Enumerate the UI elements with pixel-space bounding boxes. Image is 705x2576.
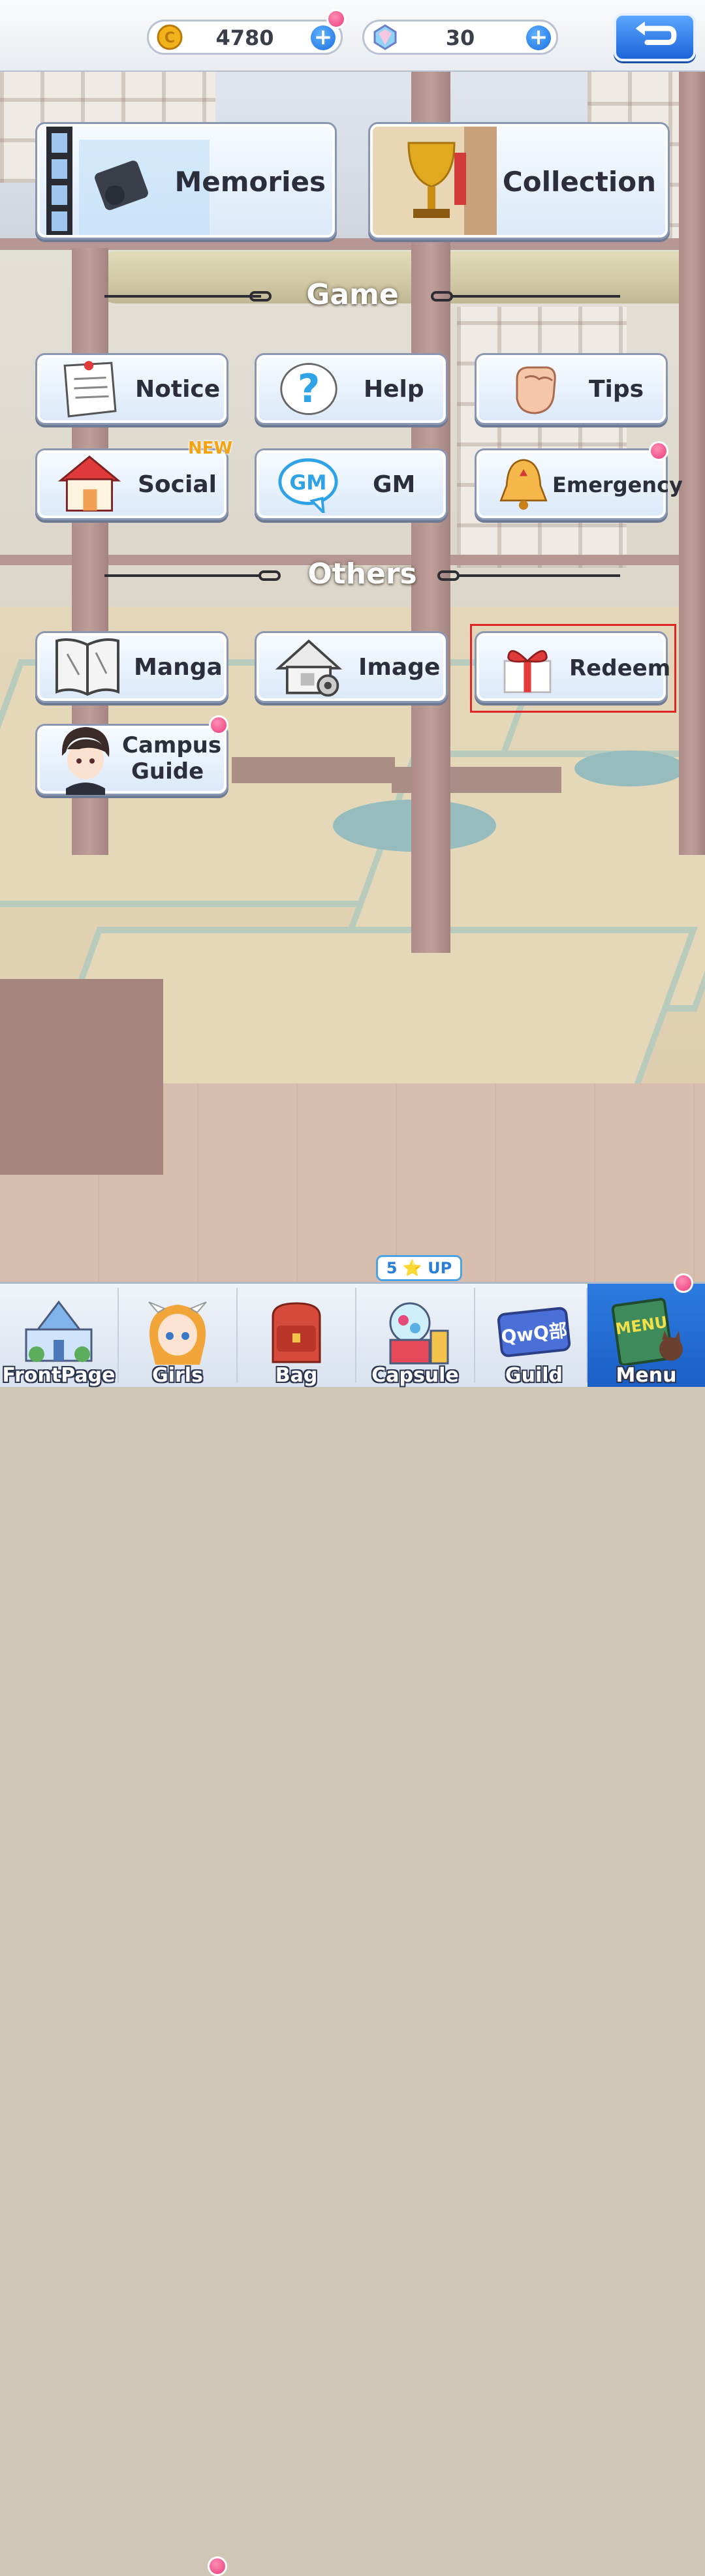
nav-menu-label: Menu [616,1364,677,1387]
redeem-selection-highlight [470,624,676,713]
nav-guild-label: Guild [505,1364,563,1387]
menu-notification-dot [674,1273,693,1293]
capsule-5star-badge: 5 ⭐ UP [376,1255,462,1281]
image-label: Image [358,654,441,681]
help-label: Help [364,376,424,403]
others-divider-right [457,574,620,577]
notice-paper-icon [63,361,117,418]
nav-bag[interactable]: Bag [238,1284,355,1387]
notice-button[interactable]: Notice [37,355,227,423]
menu-book-icon: MENU [611,1297,683,1365]
nav-guild[interactable]: QwQ部 Guild [475,1284,593,1387]
house-gear-icon [275,639,343,697]
collection-label: Collection [502,166,656,198]
game-knot-right [431,291,453,302]
new-badge: NEW [188,439,233,458]
back-button[interactable] [614,13,696,61]
others-knot-right [437,570,460,581]
emergency-label: Emergency [552,473,683,497]
student-avatar-icon [61,727,110,795]
tips-label: Tips [589,376,644,403]
add-coins-button[interactable]: + [311,25,336,50]
game-divider-right [450,295,620,298]
guild-sign-icon: QwQ部 [497,1307,571,1358]
gm-bubble-icon: GM [278,458,338,513]
notice-label: Notice [135,376,221,403]
open-book-icon [55,638,119,696]
manga-button[interactable]: Manga [37,633,227,701]
coin-icon: C [157,24,183,50]
coin-notification-dot [326,9,346,29]
nav-capsule-label: Capsule [371,1364,459,1387]
gm-button[interactable]: GM GM [257,450,446,518]
school-bag-icon [272,1302,321,1363]
add-gems-button[interactable]: + [526,25,551,50]
gem-counter: 30 + [362,20,558,55]
nav-capsule[interactable]: Capsule [356,1284,474,1387]
svg-text:C: C [164,30,175,46]
girl-avatar-icon [148,1301,207,1365]
top-bar: C 4780 + 30 + [0,0,705,72]
campus-guide-label-line1: Campus [122,732,222,758]
collection-button[interactable]: Collection [370,124,668,238]
memories-label: Memories [174,166,326,198]
manga-label: Manga [134,654,223,681]
help-button[interactable]: ? Help [257,355,446,423]
nav-girls[interactable]: Girls [119,1284,236,1387]
campus-guide-notification-dot [209,715,228,735]
emergency-notification-dot [649,441,668,461]
gem-icon [373,24,397,50]
house-icon [58,455,121,512]
svg-text:GM: GM [290,471,327,495]
nav-menu[interactable]: MENU Menu [588,1284,705,1387]
coin-counter: C 4780 + [147,20,343,55]
social-label: Social [138,471,217,498]
memories-button[interactable]: Memories [37,124,335,238]
bottom-nav: FrontPage Girls Bag Capsule 5 ⭐ UP QwQ部 … [0,1255,705,2576]
emergency-button[interactable]: Emergency [477,450,683,518]
girls-notification-dot [208,2556,227,2576]
coin-amount: 4780 [215,25,274,50]
social-button[interactable]: Social [37,450,227,518]
question-bubble-icon: ? [280,363,337,415]
campus-guide-button[interactable]: Campus Guide [37,726,227,795]
nav-frontpage[interactable]: FrontPage [0,1284,118,1387]
nav-girls-label: Girls [152,1364,203,1387]
capsule-machine-icon [389,1302,449,1365]
return-arrow-icon [635,21,677,46]
school-building-icon [25,1300,93,1362]
nav-frontpage-label: FrontPage [2,1364,116,1387]
fist-icon [516,366,556,414]
nav-bag-label: Bag [275,1364,318,1387]
trophy-icon [373,127,497,235]
gm-label: GM [373,471,416,498]
tips-button[interactable]: Tips [477,355,666,423]
image-button[interactable]: Image [257,633,446,701]
svg-text:?: ? [298,367,321,412]
bell-icon [499,459,548,510]
gem-amount: 30 [445,25,475,50]
campus-guide-label-line2: Guide [131,758,204,784]
